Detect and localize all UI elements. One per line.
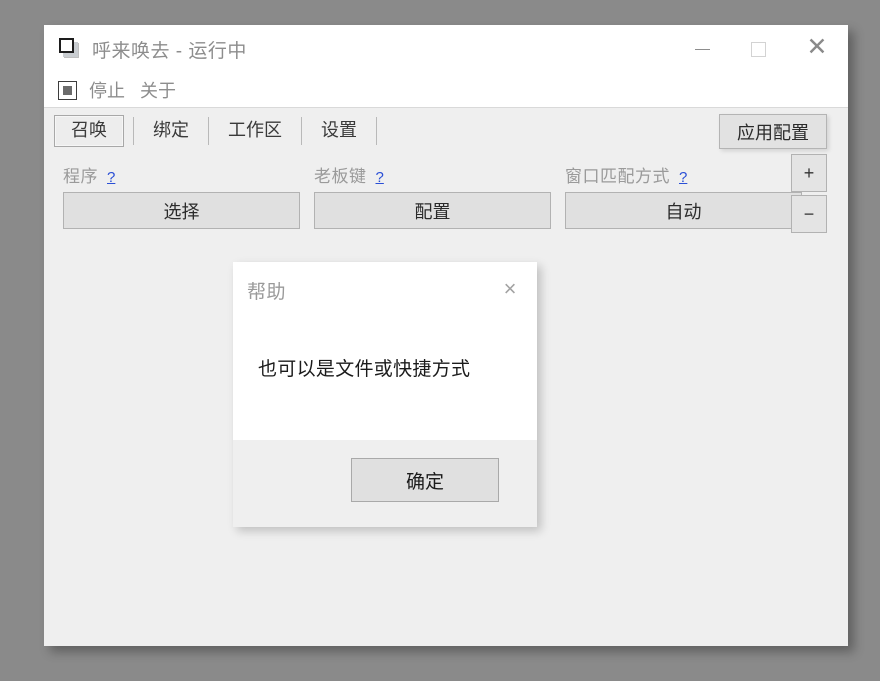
window-titlebar[interactable]: 呼来唤去 - 运行中 ✕	[44, 25, 848, 73]
field-program: 程序 ? 选择	[63, 162, 300, 229]
help-dialog-close-icon[interactable]: ×	[495, 274, 525, 304]
help-link-program[interactable]: ?	[107, 169, 115, 186]
tab-summon[interactable]: 召唤	[54, 115, 124, 147]
help-dialog-title: 帮助	[247, 281, 287, 303]
help-dialog-body: 也可以是文件或快捷方式	[233, 318, 537, 440]
remove-row-button[interactable]: −	[791, 195, 827, 233]
config-area: 程序 ? 选择 老板键 ? 配置 窗口匹配方式 ? 自动 + −	[44, 154, 848, 233]
window-match-mode-button[interactable]: 自动	[565, 192, 802, 229]
tab-settings[interactable]: 设置	[311, 115, 367, 146]
tab-separator	[133, 117, 134, 145]
help-dialog-footer: 确定	[233, 440, 537, 527]
menu-bar: 停止 关于	[44, 73, 848, 108]
apply-config-button[interactable]: 应用配置	[719, 114, 827, 149]
window-stack-icon	[59, 38, 81, 60]
help-dialog: 帮助 × 也可以是文件或快捷方式 确定	[233, 262, 537, 527]
add-row-button[interactable]: +	[791, 154, 827, 192]
help-dialog-titlebar[interactable]: 帮助 ×	[233, 262, 537, 318]
tab-binding[interactable]: 绑定	[143, 115, 199, 146]
boss-key-config-button[interactable]: 配置	[314, 192, 551, 229]
menu-item-about[interactable]: 关于	[140, 77, 176, 103]
maximize-button[interactable]	[730, 25, 786, 73]
window-controls: ✕	[674, 25, 848, 73]
window-title: 呼来唤去 - 运行中	[92, 40, 247, 62]
tab-separator	[376, 117, 377, 145]
config-field-row: 程序 ? 选择 老板键 ? 配置 窗口匹配方式 ? 自动 + −	[44, 154, 848, 233]
field-window-match: 窗口匹配方式 ? 自动	[565, 162, 802, 229]
program-select-button[interactable]: 选择	[63, 192, 300, 229]
field-boss-key: 老板键 ? 配置	[314, 162, 551, 229]
menu-item-stop[interactable]: 停止	[89, 77, 125, 103]
tab-strip: 召唤 绑定 工作区 设置 应用配置	[44, 108, 848, 154]
field-window-match-label-text: 窗口匹配方式	[565, 167, 670, 186]
app-window: 呼来唤去 - 运行中 ✕ 停止 关于 召唤 绑定 工作区 设置 应用配置 程序 …	[44, 25, 848, 646]
help-dialog-message: 也可以是文件或快捷方式	[258, 359, 471, 380]
tab-workspace[interactable]: 工作区	[218, 115, 292, 146]
field-program-label-text: 程序	[63, 167, 98, 186]
field-boss-key-label: 老板键 ?	[314, 162, 551, 187]
help-dialog-ok-button[interactable]: 确定	[351, 458, 499, 502]
field-boss-key-label-text: 老板键	[314, 167, 367, 186]
tab-separator	[208, 117, 209, 145]
close-button[interactable]: ✕	[786, 24, 848, 75]
tab-separator	[301, 117, 302, 145]
minimize-button[interactable]	[674, 25, 730, 73]
field-window-match-label: 窗口匹配方式 ?	[565, 162, 802, 187]
help-link-window-match[interactable]: ?	[679, 169, 687, 186]
stop-square-icon[interactable]	[58, 80, 77, 100]
row-stepper: + −	[791, 154, 827, 233]
help-link-boss-key[interactable]: ?	[376, 169, 384, 186]
field-program-label: 程序 ?	[63, 162, 300, 187]
